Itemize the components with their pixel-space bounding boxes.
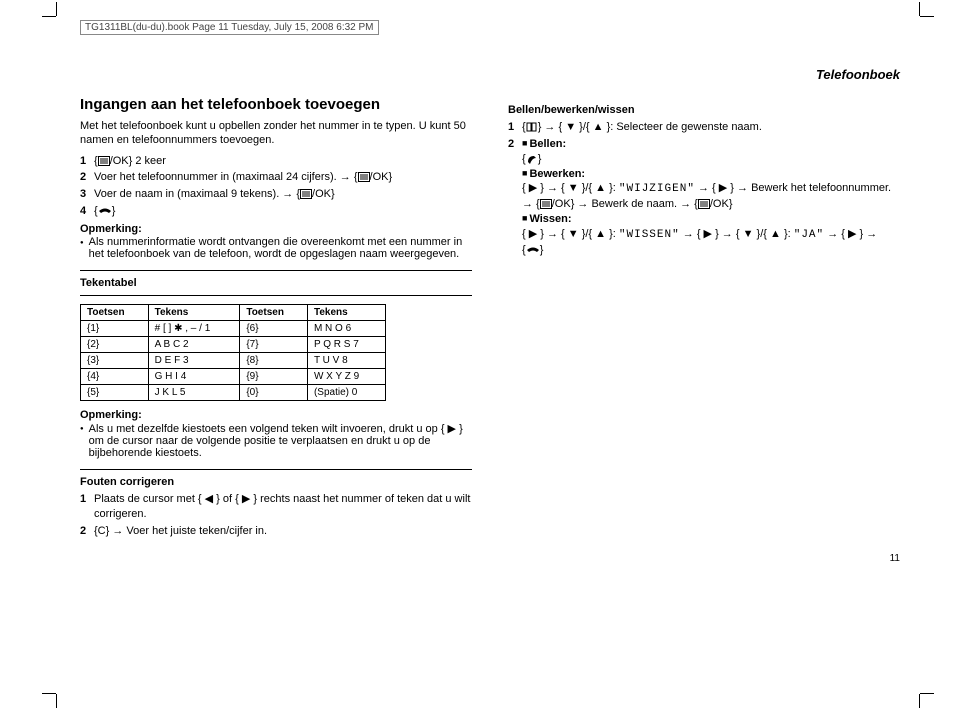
step-text: {/OK} 2 keer bbox=[94, 154, 166, 169]
table-row: {5} J K L 5 {0} (Spatie) 0 bbox=[81, 384, 386, 400]
left-intro: Met het telefoonboek kunt u opbellen zon… bbox=[80, 119, 472, 148]
table-row: {2} A B C 2 {7} P Q R S 7 bbox=[81, 336, 386, 352]
table-row: {1} # [ ] ✱ , – / 1 {6} M N O 6 bbox=[81, 320, 386, 336]
note-label: Opmerking: bbox=[80, 409, 472, 421]
note-bullet: Als u met dezelfde kiestoets een volgend… bbox=[80, 422, 472, 459]
phonebook-icon bbox=[526, 122, 538, 132]
hangup-power-icon bbox=[98, 206, 112, 216]
menu-icon bbox=[98, 156, 110, 166]
step-text: {} bbox=[94, 204, 115, 219]
call-icon bbox=[526, 154, 538, 164]
th-chars-2: Tekens bbox=[307, 304, 385, 320]
menu-icon bbox=[540, 199, 552, 209]
section-label: Telefoonboek bbox=[80, 67, 900, 82]
note-bullet: Als nummerinformatie wordt ontvangen die… bbox=[80, 236, 472, 260]
th-keys-1: Toetsen bbox=[81, 304, 149, 320]
step-text: Voer de naam in (maximaal 9 tekens). → {… bbox=[94, 187, 335, 202]
th-keys-2: Toetsen bbox=[240, 304, 308, 320]
table-row: {3} D E F 3 {8} T U V 8 bbox=[81, 352, 386, 368]
step-number: 4 bbox=[80, 204, 94, 219]
step-number: 1 bbox=[80, 154, 94, 169]
note-block: Opmerking: Als nummerinformatie wordt on… bbox=[80, 223, 472, 260]
page-number: 11 bbox=[80, 553, 900, 564]
menu-icon bbox=[300, 189, 312, 199]
step-text: Plaats de cursor met { ◀ } of { ▶ } rech… bbox=[94, 492, 472, 522]
step-number: 1 bbox=[80, 492, 94, 507]
menu-icon bbox=[358, 172, 370, 182]
table-title: Tekentabel bbox=[80, 270, 472, 296]
step-text: Voer het telefoonnummer in (maximaal 24 … bbox=[94, 170, 392, 185]
step-number: 2 bbox=[508, 137, 522, 152]
menu-icon bbox=[698, 199, 710, 209]
step-text: {C} → Voer het juiste teken/cijfer in. bbox=[94, 524, 267, 539]
step-number: 1 bbox=[508, 120, 522, 135]
step-text: {} → { ▼ }/{ ▲ }: Selecteer de gewenste … bbox=[522, 120, 762, 135]
th-chars-1: Tekens bbox=[148, 304, 240, 320]
fix-block: Fouten corrigeren 1 Plaats de cursor met… bbox=[80, 469, 472, 539]
table-row: {4} G H I 4 {9} W X Y Z 9 bbox=[81, 368, 386, 384]
right-heading: Bellen/bewerken/wissen bbox=[508, 104, 900, 116]
note-label: Opmerking: bbox=[80, 223, 472, 235]
book-header-line: TG1311BL(du-du).book Page 11 Tuesday, Ju… bbox=[80, 20, 379, 35]
hangup-power-icon bbox=[526, 245, 540, 255]
left-heading: Ingangen aan het telefoonboek toevoegen bbox=[80, 96, 472, 113]
fix-title: Fouten corrigeren bbox=[80, 476, 174, 488]
step-number: 2 bbox=[80, 170, 94, 185]
step-number: 3 bbox=[80, 187, 94, 202]
left-column: Ingangen aan het telefoonboek toevoegen … bbox=[80, 96, 472, 543]
note-block-2: Opmerking: Als u met dezelfde kiestoets … bbox=[80, 409, 472, 459]
step-number: 2 bbox=[80, 524, 94, 539]
right-column: Bellen/bewerken/wissen 1 {} → { ▼ }/{ ▲ … bbox=[508, 96, 900, 543]
left-steps: 1 {/OK} 2 keer 2 Voer het telefoonnummer… bbox=[80, 154, 472, 219]
character-table: Toetsen Tekens Toetsen Tekens {1} # [ ] … bbox=[80, 304, 386, 401]
step-text: ■Bellen: {} ■Bewerken: { ▶ } → { ▼ }/{ ▲… bbox=[522, 137, 891, 258]
right-steps: 1 {} → { ▼ }/{ ▲ }: Selecteer de gewenst… bbox=[508, 120, 900, 258]
